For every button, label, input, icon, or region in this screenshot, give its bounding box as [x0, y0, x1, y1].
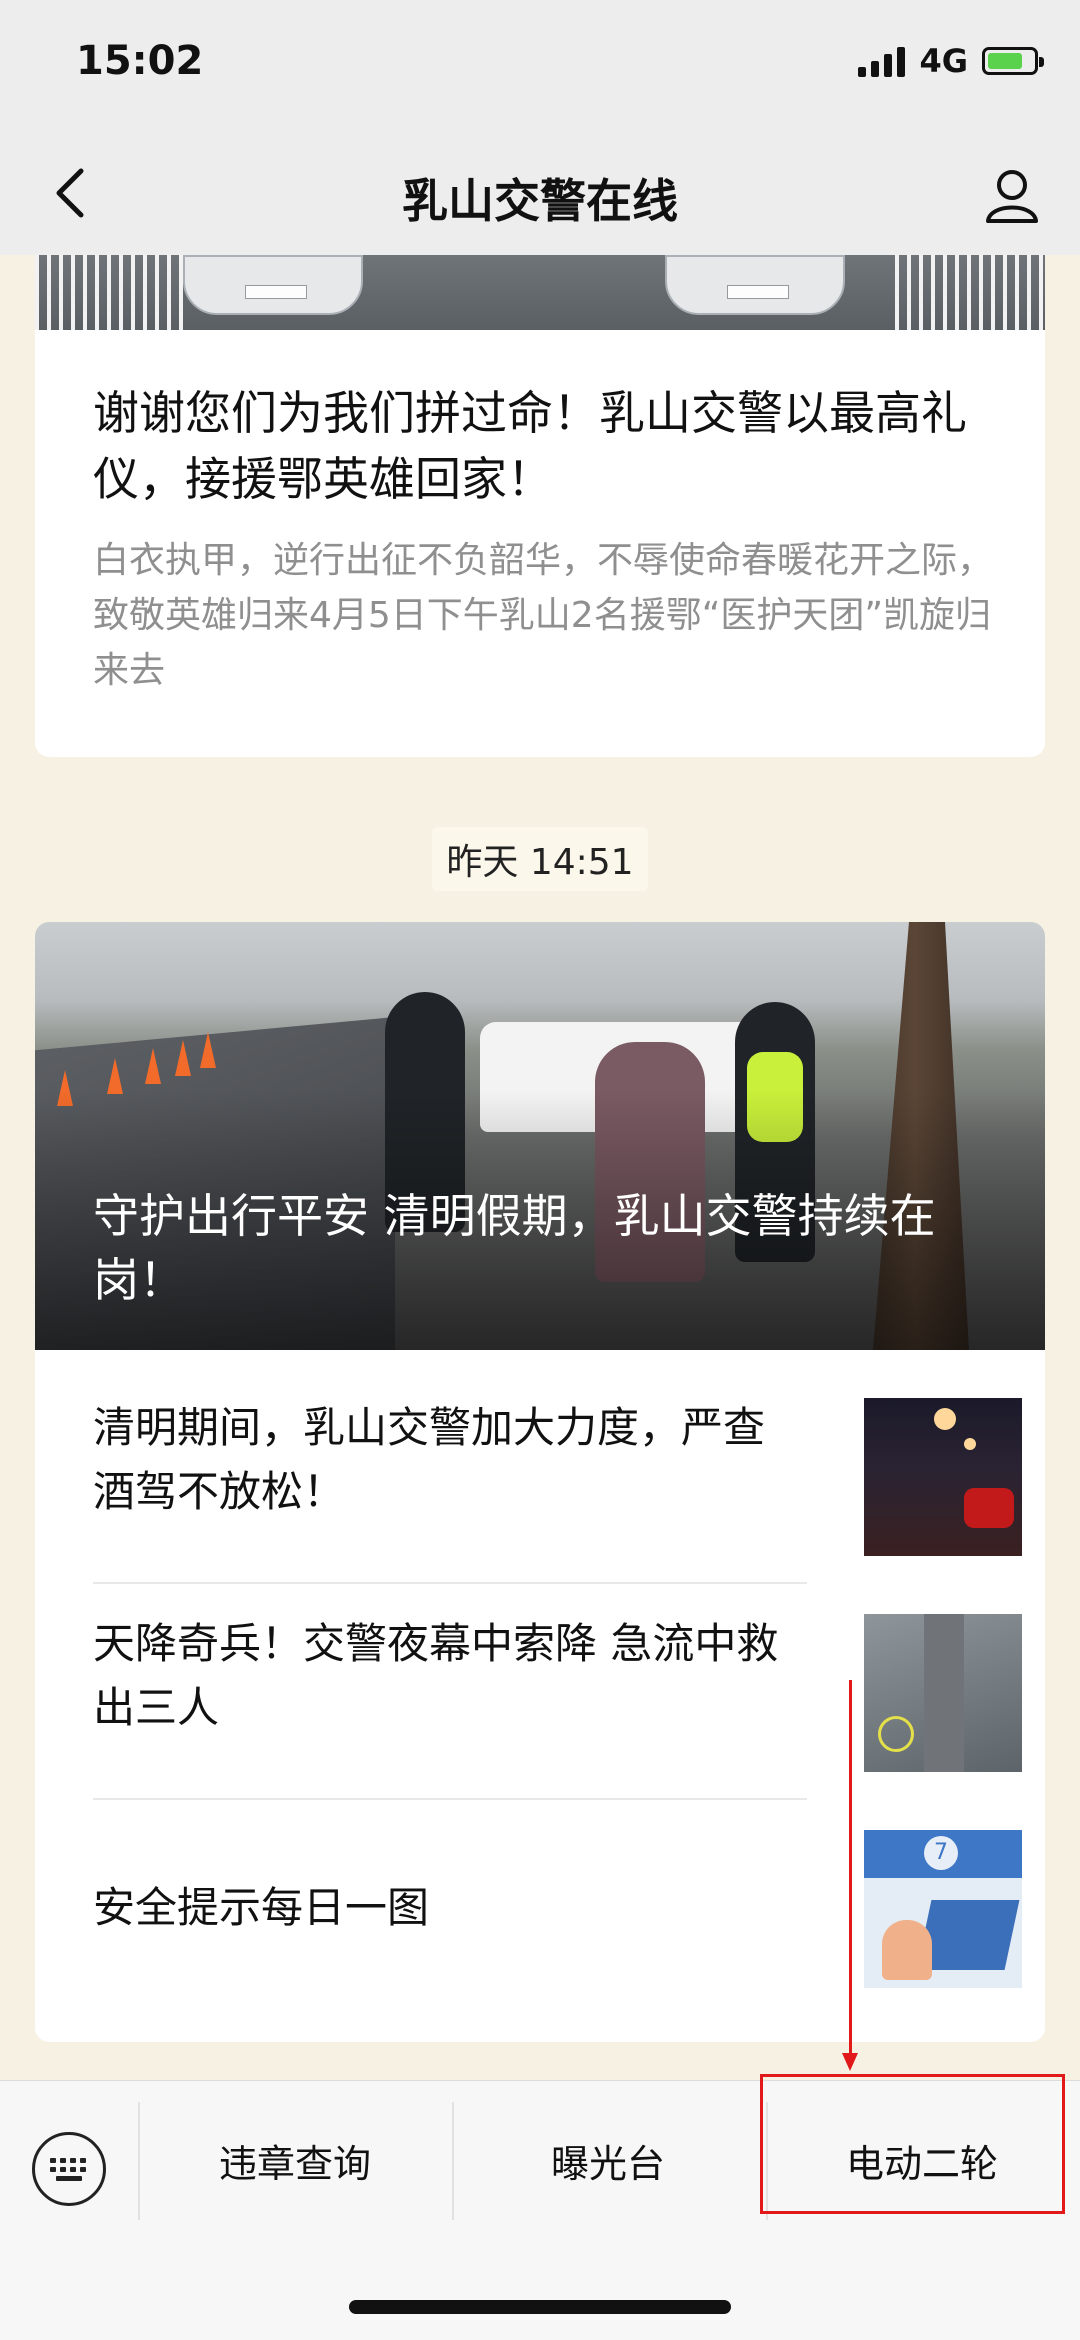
- list-item-thumbnail: [864, 1614, 1022, 1772]
- thumbnail-badge: 7: [924, 1836, 958, 1870]
- menu-item-exposure[interactable]: 曝光台: [458, 2105, 758, 2215]
- menu-separator: [452, 2102, 454, 2220]
- nav-bar: 乳山交警在线: [0, 135, 1080, 255]
- list-item-title: 天降奇兵！交警夜幕中索降 急流中救出三人: [93, 1619, 779, 1732]
- timestamp-label: 昨天 14:51: [432, 827, 648, 891]
- headline-title: 守护出行平安 清明假期，乳山交警持续在岗！: [93, 1189, 936, 1307]
- status-bar: 15:02 4G: [0, 0, 1080, 135]
- annotation-arrow: [849, 1680, 852, 2055]
- message-timestamp: 昨天 14:51: [0, 827, 1080, 891]
- article-group-card: 守护出行平安 清明假期，乳山交警持续在岗！ 清明期间，乳山交警加大力度，严查酒驾…: [35, 922, 1045, 2042]
- divider: [93, 1798, 807, 1800]
- divider: [93, 1582, 807, 1584]
- battery-icon: [982, 47, 1044, 75]
- annotation-highlight-box: [760, 2074, 1065, 2214]
- list-item[interactable]: 清明期间，乳山交警加大力度，严查酒驾不放松！: [93, 1396, 1045, 1576]
- signal-icon: [858, 45, 906, 77]
- article-summary: 白衣执甲，逆行出征不负韶华，不辱使命春暖花开之际，致敬英雄归来4月5日下午乳山2…: [93, 540, 994, 691]
- article-title: 谢谢您们为我们拼过命！乳山交警以最高礼仪，接援鄂英雄回家！: [93, 386, 967, 506]
- profile-button[interactable]: [974, 157, 1050, 233]
- network-type: 4G: [919, 42, 968, 80]
- list-item-title: 清明期间，乳山交警加大力度，严查酒驾不放松！: [93, 1403, 766, 1516]
- page-title: 乳山交警在线: [402, 174, 678, 228]
- menu-item-violation-query[interactable]: 违章查询: [145, 2105, 445, 2215]
- status-indicators: 4G: [858, 42, 1044, 80]
- keyboard-toggle-button[interactable]: [32, 2132, 106, 2206]
- home-indicator[interactable]: [349, 2300, 731, 2314]
- profile-icon: [986, 170, 1038, 223]
- annotation-arrowhead: [842, 2053, 858, 2071]
- list-item[interactable]: 天降奇兵！交警夜幕中索降 急流中救出三人: [93, 1612, 1045, 1792]
- list-item[interactable]: 安全提示每日一图 7: [93, 1828, 1045, 2008]
- status-time: 15:02: [76, 38, 204, 84]
- menu-separator: [138, 2102, 140, 2220]
- list-item-title: 安全提示每日一图: [93, 1883, 430, 1932]
- article-card[interactable]: 谢谢您们为我们拼过命！乳山交警以最高礼仪，接援鄂英雄回家！ 白衣执甲，逆行出征不…: [35, 255, 1045, 757]
- list-item-thumbnail: 7: [864, 1830, 1022, 1988]
- keyboard-icon: [50, 2158, 86, 2181]
- headline-article[interactable]: 守护出行平安 清明假期，乳山交警持续在岗！: [35, 922, 1045, 1350]
- article-cover-image: [35, 255, 1045, 330]
- list-item-thumbnail: [864, 1398, 1022, 1556]
